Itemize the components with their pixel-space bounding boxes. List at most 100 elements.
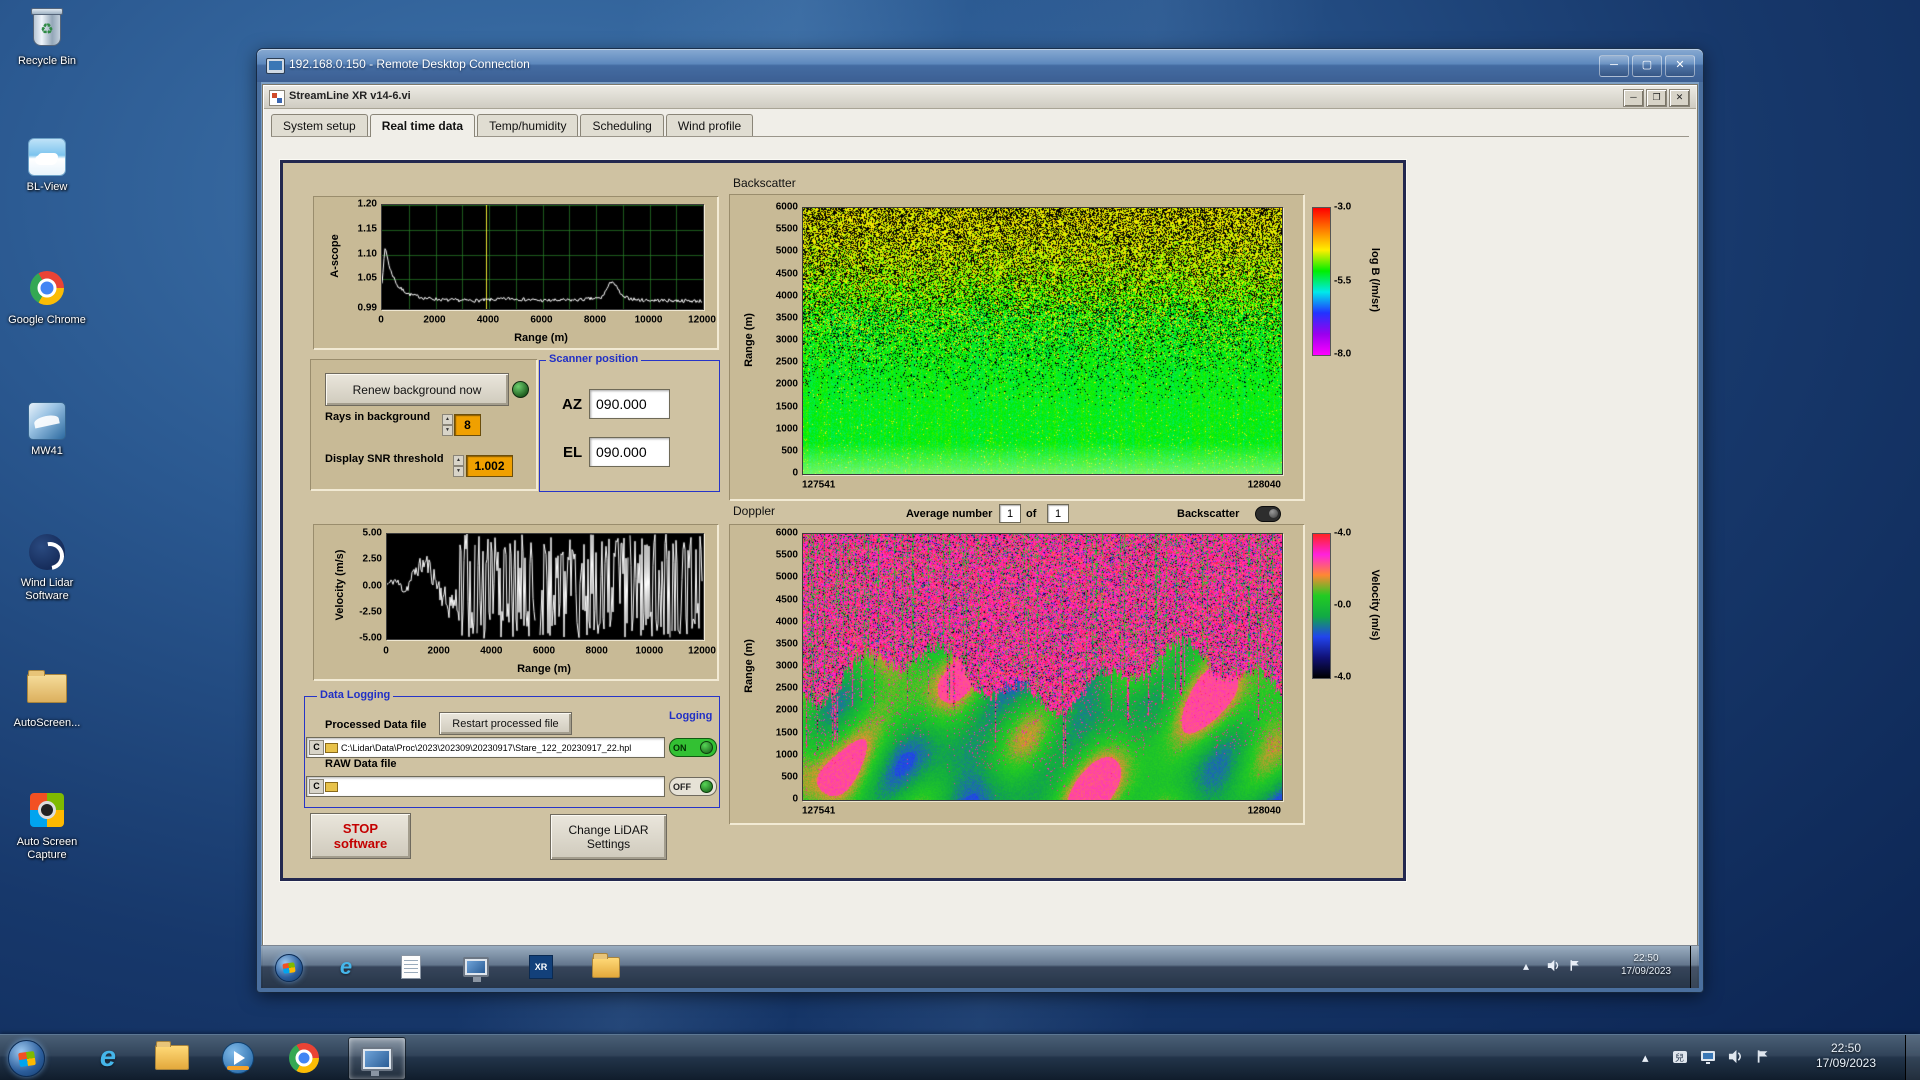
folder-browse-icon[interactable] — [325, 742, 338, 753]
processed-data-file-path[interactable]: C C:\Lidar\Data\Proc\2023\202309\2023091… — [306, 737, 665, 758]
rdp-titlebar[interactable]: 192.168.0.150 - Remote Desktop Connectio… — [257, 49, 1703, 82]
desktop-icon-auto-screen-capture[interactable]: Auto Screen Capture — [4, 790, 90, 862]
labview-vi-icon — [269, 90, 285, 106]
desktop-icon-mw41[interactable]: MW41 — [4, 400, 90, 458]
a-scope-x-axis-label: Range (m) — [514, 332, 568, 344]
remote-clock-date: 17/09/2023 — [1620, 965, 1672, 977]
remote-taskbar-folder[interactable] — [591, 952, 621, 981]
tab-temp-humidity[interactable]: Temp/humidity — [477, 114, 579, 136]
desktop-icon-recycle-bin[interactable]: ♻ Recycle Bin — [4, 8, 90, 68]
tray-flag-icon[interactable] — [1756, 1049, 1770, 1067]
remote-taskbar-ie[interactable]: e — [331, 953, 361, 981]
tray-speaker-icon[interactable] — [1728, 1049, 1743, 1067]
tick-label: 0 — [792, 467, 798, 479]
maximize-button[interactable]: ▢ — [1632, 55, 1662, 77]
restart-processed-file-button[interactable]: Restart processed file — [439, 712, 572, 735]
tick-label: 3500 — [775, 638, 798, 650]
average-number-field[interactable]: 1 — [999, 504, 1021, 523]
stop-software-button[interactable]: STOP software — [310, 813, 411, 859]
change-lidar-settings-button[interactable]: Change LiDAR Settings — [550, 814, 667, 860]
taskbar-chrome-button[interactable] — [282, 1037, 326, 1078]
tab-scheduling[interactable]: Scheduling — [580, 114, 664, 136]
remote-clock[interactable]: 22:50 17/09/2023 — [1601, 953, 1691, 978]
tick-label: 6000 — [775, 201, 798, 213]
azimuth-field[interactable]: 090.000 — [589, 389, 670, 419]
desktop-icon-google-chrome[interactable]: Google Chrome — [4, 268, 90, 327]
tick-label: 1.15 — [357, 223, 377, 235]
raw-logging-toggle[interactable]: OFF — [669, 777, 717, 796]
tray-expand-arrow[interactable]: ▴ — [1642, 1050, 1649, 1066]
remote-show-desktop-button[interactable] — [1690, 946, 1699, 988]
tick-label: 2500 — [775, 682, 798, 694]
toggle-knob — [700, 741, 713, 754]
app-close-button[interactable]: ✕ — [1669, 89, 1690, 107]
remote-taskbar-network-monitor[interactable] — [461, 953, 491, 982]
remote-taskbar-xr-app[interactable]: XR — [526, 953, 556, 981]
tick-label: 6000 — [532, 645, 556, 657]
host-clock-date: 17/09/2023 — [1815, 1056, 1877, 1070]
rays-spinner[interactable]: ▲ ▼ — [442, 414, 453, 436]
processed-data-file-label: Processed Data file — [325, 719, 427, 731]
tick-label: 12000 — [688, 314, 716, 326]
average-of-field[interactable]: 1 — [1047, 504, 1069, 523]
tick-label: -5.5 — [1334, 275, 1352, 286]
remote-tray-flag-icon[interactable] — [1569, 959, 1581, 975]
desktop-icon-label: Wind Lidar Software — [20, 577, 74, 602]
tab-real-time-data[interactable]: Real time data — [369, 114, 476, 137]
host-clock-time: 22:50 — [1830, 1041, 1862, 1055]
processed-logging-toggle[interactable]: ON — [669, 738, 717, 757]
tray-language-icon[interactable]: 兒 — [1672, 1049, 1688, 1068]
a-scope-graph: A-scope Range (m) 1.20 1.15 1.10 1.05 0.99 0 2… — [313, 196, 718, 349]
taskbar-media-player-button[interactable] — [216, 1037, 260, 1078]
desktop-icon-wind-lidar-software[interactable]: Wind Lidar Software — [4, 532, 90, 603]
tick-label: 4000 — [775, 616, 798, 628]
folder-icon — [155, 1041, 189, 1070]
backscatter-toggle[interactable] — [1255, 506, 1281, 522]
rays-in-background-field[interactable]: 8 — [454, 414, 481, 436]
taskbar-rdp-button[interactable] — [348, 1037, 406, 1080]
tab-wind-profile[interactable]: Wind profile — [665, 114, 754, 136]
app-titlebar[interactable]: StreamLine XR v14-6.vi ─ ❐ ✕ — [264, 86, 1696, 109]
tray-monitor-icon[interactable] — [1700, 1049, 1716, 1068]
scanner-position-title: Scanner position — [546, 353, 642, 365]
taskbar-explorer-button[interactable] — [150, 1037, 194, 1078]
drive-chip[interactable]: C — [309, 740, 324, 755]
taskbar-ie-button[interactable]: e — [86, 1037, 130, 1078]
az-label: AZ — [562, 396, 582, 413]
tick-label: 2.50 — [362, 553, 382, 565]
processed-path-text: C:\Lidar\Data\Proc\2023\202309\20230917\… — [341, 742, 632, 753]
minimize-button[interactable]: ─ — [1599, 55, 1629, 77]
raw-data-file-path[interactable]: C — [306, 776, 665, 797]
velocity-x-axis-label: Range (m) — [517, 663, 571, 675]
renew-background-button[interactable]: Renew background now — [325, 373, 509, 406]
desktop-icon-label: AutoScreen... — [13, 717, 81, 729]
tab-system-setup[interactable]: System setup — [271, 114, 368, 136]
app-restore-button[interactable]: ❐ — [1646, 89, 1667, 107]
ie-icon: e — [99, 1041, 117, 1073]
tick-label: 2000 — [423, 314, 446, 326]
desktop-icon-autoscreen[interactable]: AutoScreen... — [4, 666, 90, 730]
tick-label: -4.0 — [1334, 671, 1352, 683]
drive-chip[interactable]: C — [309, 779, 324, 794]
remote-tray-speaker-icon[interactable] — [1547, 959, 1560, 975]
close-button[interactable]: ✕ — [1665, 55, 1695, 77]
elevation-field[interactable]: 090.000 — [589, 437, 670, 467]
snr-threshold-field[interactable]: 1.002 — [466, 455, 513, 477]
remote-start-button[interactable] — [275, 954, 303, 982]
start-button[interactable] — [8, 1040, 45, 1077]
remote-taskbar-notepad[interactable] — [396, 953, 426, 981]
app-minimize-button[interactable]: ─ — [1623, 89, 1644, 107]
show-desktop-button[interactable] — [1905, 1035, 1920, 1080]
remote-tray-expand-arrow[interactable]: ▴ — [1523, 959, 1529, 973]
host-clock[interactable]: 22:50 17/09/2023 — [1796, 1041, 1896, 1071]
tick-label: 8000 — [585, 645, 608, 657]
snr-spinner[interactable]: ▲ ▼ — [453, 455, 464, 477]
rdp-window-title: 192.168.0.150 - Remote Desktop Connectio… — [289, 57, 530, 71]
doppler-title: Doppler — [733, 504, 776, 518]
doppler-colorbar-label: Velocity (m/s) — [1369, 569, 1381, 641]
velocity-graph: Velocity (m/s) Range (m) 5.00 2.50 0.00 -2.… — [313, 524, 718, 680]
folder-browse-icon[interactable] — [325, 781, 338, 792]
backscatter-graph: Range (m) 6000 5500 5000 4500 4000 3500 3000 25… — [729, 194, 1304, 500]
a-scope-plot-canvas — [381, 204, 704, 310]
desktop-icon-bl-view[interactable]: BL-View — [4, 136, 90, 194]
